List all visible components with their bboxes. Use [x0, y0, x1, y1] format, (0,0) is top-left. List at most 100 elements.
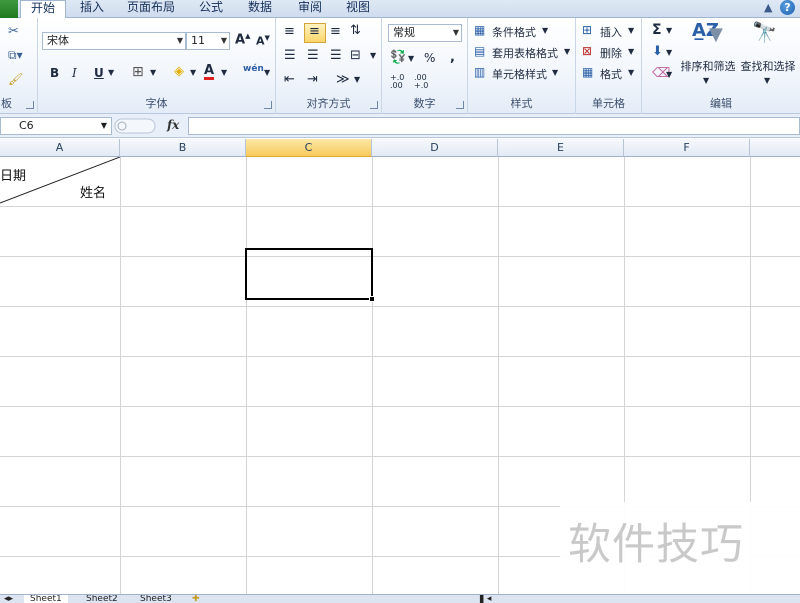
editing-group: Σ ▼ ⬇ ▼ ⌫ ▼ A̲Z ▼ 排序和筛选 ▼ 🔭 查找和选择 ▼ 编辑	[642, 18, 800, 114]
align-bottom-icon[interactable]: ≡	[330, 24, 341, 39]
chevron-down-icon[interactable]: ▼	[628, 68, 634, 77]
chevron-down-icon[interactable]: ▼	[764, 76, 770, 85]
number-format-combo[interactable]: 常规 ▼	[388, 24, 462, 42]
format-as-table-button[interactable]: 套用表格格式	[492, 45, 558, 61]
gridline	[246, 157, 247, 594]
clipboard-launcher-icon[interactable]	[26, 101, 34, 109]
shrink-font-button[interactable]: A▼	[256, 34, 270, 48]
number-launcher-icon[interactable]	[456, 101, 464, 109]
conditional-format-button[interactable]: 条件格式	[492, 24, 536, 40]
grow-font-button[interactable]: A▲	[235, 32, 250, 47]
chevron-down-icon[interactable]: ▼	[190, 68, 196, 77]
name-box[interactable]: C6 ▼	[0, 117, 112, 135]
insert-cells-button[interactable]: 插入	[600, 24, 622, 40]
align-center-icon[interactable]: ☰	[307, 48, 319, 63]
help-icon[interactable]: ?	[780, 0, 795, 15]
orientation-icon[interactable]: ⇅	[350, 23, 361, 38]
sort-filter-button[interactable]: 排序和筛选	[678, 58, 738, 74]
column-header-a[interactable]: A	[0, 139, 120, 157]
percent-button[interactable]: %	[424, 51, 435, 65]
gridline	[0, 206, 800, 207]
new-sheet-icon[interactable]: ✚	[192, 595, 200, 603]
chevron-down-icon[interactable]: ▼	[628, 26, 634, 35]
chevron-down-icon[interactable]: ▼	[150, 68, 156, 77]
chevron-down-icon[interactable]: ▼	[552, 68, 558, 77]
increase-indent-icon[interactable]: ⇥	[307, 72, 318, 87]
phonetic-guide-icon[interactable]: wén	[243, 64, 264, 74]
merge-center-icon[interactable]: ⊟	[350, 48, 361, 63]
font-launcher-icon[interactable]	[264, 101, 272, 109]
currency-icon[interactable]: 💱	[390, 50, 406, 65]
bold-button[interactable]: B	[50, 66, 59, 80]
chevron-down-icon[interactable]: ▼	[564, 47, 570, 56]
cut-icon[interactable]: ✂	[8, 24, 19, 39]
tab-view[interactable]: 视图	[338, 0, 378, 18]
formula-input[interactable]	[188, 117, 800, 135]
chevron-down-icon[interactable]: ▼	[108, 68, 114, 77]
align-top-icon[interactable]: ≡	[284, 24, 295, 39]
active-cell-c6[interactable]	[245, 248, 373, 300]
decrease-indent-icon[interactable]: ⇤	[284, 72, 295, 87]
editing-group-label: 编辑	[710, 97, 732, 110]
tab-review[interactable]: 审阅	[288, 0, 332, 18]
tab-formulas[interactable]: 公式	[190, 0, 232, 18]
chevron-down-icon[interactable]: ▼	[264, 68, 270, 77]
file-tab[interactable]	[0, 0, 18, 18]
align-right-icon[interactable]: ☰	[330, 48, 342, 63]
fill-color-icon[interactable]: ◈	[174, 64, 184, 79]
decrease-decimal-button[interactable]: .00 +.0	[414, 74, 432, 90]
font-size-value: 11	[191, 34, 205, 47]
chevron-down-icon[interactable]: ▼	[408, 54, 414, 63]
alignment-launcher-icon[interactable]	[370, 101, 378, 109]
italic-button[interactable]: I	[72, 66, 77, 80]
autosum-icon[interactable]: Σ	[652, 22, 662, 38]
tab-scroll-icon[interactable]: ◂▸	[4, 595, 13, 603]
insert-function-button[interactable]: fx	[167, 118, 179, 132]
column-header-c[interactable]: C	[246, 139, 372, 157]
column-header-f[interactable]: F	[624, 139, 750, 157]
gridline	[372, 157, 373, 594]
copy-icon[interactable]: ⧉▾	[8, 48, 23, 63]
chevron-down-icon[interactable]: ▼	[703, 76, 709, 85]
tab-insert[interactable]: 插入	[72, 0, 112, 18]
sheet-tab-1[interactable]: Sheet1	[24, 595, 68, 603]
chevron-down-icon[interactable]: ▼	[354, 75, 360, 84]
chevron-down-icon[interactable]: ▼	[628, 47, 634, 56]
comma-button[interactable]: ,	[450, 50, 455, 65]
chevron-down-icon[interactable]: ▼	[370, 51, 376, 60]
column-header-g[interactable]	[750, 139, 800, 157]
increase-decimal-button[interactable]: +.0 .00	[390, 74, 408, 90]
number-format-value: 常规	[393, 26, 415, 39]
border-icon[interactable]: ⊞	[132, 64, 144, 80]
tab-page-layout[interactable]: 页面布局	[118, 0, 184, 18]
font-size-combo[interactable]: 11 ▼	[186, 32, 230, 50]
column-header-d[interactable]: D	[372, 139, 498, 157]
format-painter-icon[interactable]: 🖌	[8, 72, 23, 86]
cells-group-label: 单元格	[592, 97, 625, 110]
minimize-ribbon-icon[interactable]: ▲	[764, 1, 772, 14]
font-group-label: 字体	[145, 97, 168, 110]
tab-home[interactable]: 开始	[20, 0, 66, 19]
chevron-down-icon[interactable]: ▼	[666, 70, 672, 79]
fill-icon[interactable]: ⬇	[652, 44, 663, 59]
chevron-down-icon[interactable]: ▼	[542, 26, 548, 35]
chevron-down-icon[interactable]: ▼	[666, 48, 672, 57]
column-header-e[interactable]: E	[498, 139, 624, 157]
align-left-icon[interactable]: ☰	[284, 48, 296, 63]
horizontal-scrollbar[interactable]: ▌◂	[480, 595, 491, 603]
font-name-combo[interactable]: 宋体 ▼	[42, 32, 186, 50]
find-select-button[interactable]: 查找和选择	[738, 58, 798, 74]
format-cells-button[interactable]: 格式	[600, 66, 622, 82]
fill-handle[interactable]	[369, 296, 375, 302]
underline-button[interactable]: U	[94, 66, 104, 80]
sheet-tab-3[interactable]: Sheet3	[134, 595, 178, 603]
delete-cells-button[interactable]: 删除	[600, 45, 622, 61]
chevron-down-icon[interactable]: ▼	[221, 68, 227, 77]
font-color-icon[interactable]: A	[204, 64, 215, 80]
cell-styles-button[interactable]: 单元格样式	[492, 66, 547, 82]
tab-data[interactable]: 数据	[238, 0, 282, 18]
sheet-tab-2[interactable]: Sheet2	[80, 595, 124, 603]
column-header-b[interactable]: B	[120, 139, 246, 157]
wrap-text-icon[interactable]: ≫	[336, 72, 350, 87]
chevron-down-icon[interactable]: ▼	[666, 26, 672, 35]
